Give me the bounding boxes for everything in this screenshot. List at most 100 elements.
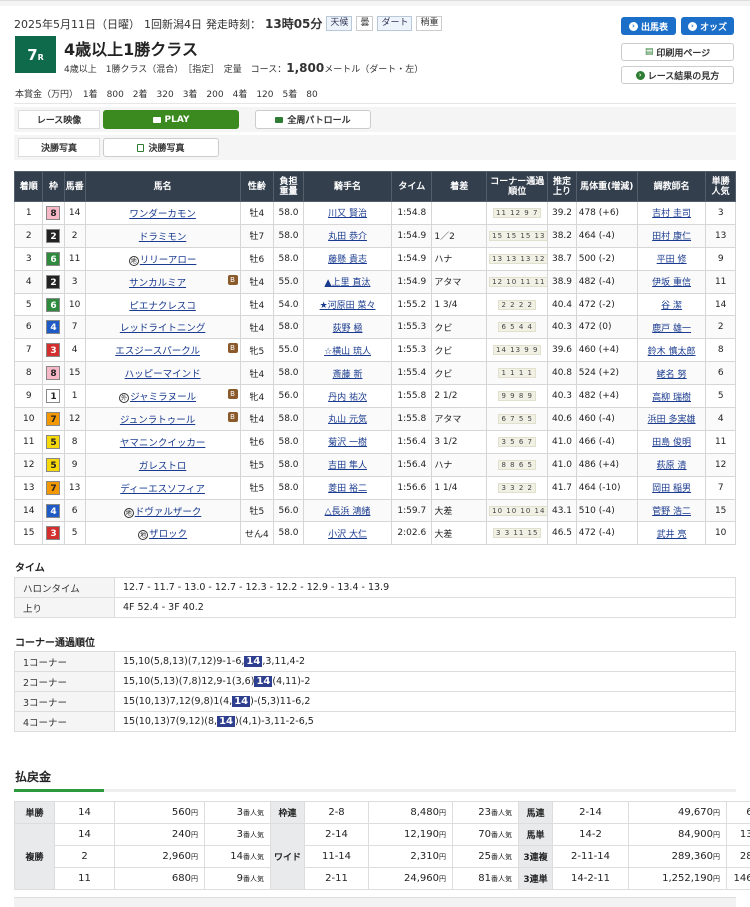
cell-weight: 58.0 — [273, 315, 304, 340]
corner-row: 2コーナー 15,10(5,13)(7,8)12,9-1(3,6) 14 (4,11)… — [14, 671, 736, 692]
howto-button[interactable]: › レース結果の見方 — [621, 66, 734, 84]
payout-amount-value: 49,670 — [678, 807, 713, 818]
jockey-link[interactable]: 斎藤 新 — [333, 370, 363, 380]
trainer-link[interactable]: 菅野 浩二 — [652, 507, 691, 517]
yen-unit: 円 — [713, 853, 720, 861]
cell-rank: 5 — [13, 292, 44, 317]
jockey-link[interactable]: 川又 賢治 — [328, 209, 367, 219]
jockey-link[interactable]: ☆横山 琉人 — [324, 347, 371, 357]
jockey-link[interactable]: 菱田 裕二 — [328, 484, 367, 494]
trainer-link[interactable]: 鹿戸 雄一 — [652, 324, 691, 334]
horse-link[interactable]: ヤマニンクイッカー — [120, 438, 206, 449]
table-row: 2 2 2 ドラミモン 牡7 58.0 丸田 恭介 1:54.9 1／2 15 15 15 13 3… — [13, 223, 736, 248]
jockey-link[interactable]: 丹内 祐次 — [328, 393, 367, 403]
cell-waku: 3 — [42, 338, 65, 363]
trainer-link[interactable]: 萩原 清 — [657, 461, 687, 471]
trainer-link[interactable]: 鈴木 慎太郎 — [648, 347, 696, 357]
cell-time: 1:55.3 — [391, 315, 433, 340]
cell-popularity: 6 — [705, 361, 736, 386]
cell-waku: 2 — [42, 223, 65, 248]
payout-combination: 2-11 — [304, 867, 369, 890]
payout-popularity-value: 67 — [746, 807, 750, 818]
horse-link[interactable]: ジャミラヌール — [130, 392, 196, 403]
course-label: コース： — [250, 65, 287, 75]
table-row: 1 8 14 ワンダーカモン 牡4 58.0 川又 賢治 1:54.8 11 12 9 7 39.… — [13, 201, 736, 225]
horse-link[interactable]: ガレストロ — [139, 461, 187, 472]
finish-photo-button[interactable]: 決勝写真 — [103, 138, 219, 157]
cell-jockey: 荻野 極 — [302, 315, 393, 340]
cell-weight: 58.0 — [273, 246, 304, 271]
cell-time: 2:02.6 — [391, 521, 433, 546]
cell-body-weight: 524 (+2) — [575, 361, 638, 386]
cell-popularity: 8 — [705, 338, 736, 363]
horse-link[interactable]: ハッピーマインド — [125, 369, 201, 380]
jockey-link[interactable]: 小沢 大仁 — [328, 530, 367, 540]
payout-popularity: 9番人気 — [204, 867, 271, 890]
trainer-link[interactable]: 吉村 圭司 — [652, 209, 691, 219]
horse-link[interactable]: ドヴァルザーク — [135, 507, 202, 518]
horse-link[interactable]: リリーアロー — [140, 255, 197, 266]
horse-link[interactable]: ディーエスソフィア — [120, 484, 205, 495]
cell-weight: 56.0 — [273, 384, 304, 409]
print-page-button[interactable]: ▤ 印刷用ページ — [621, 43, 734, 61]
cell-weight: 55.0 — [273, 269, 304, 294]
cell-num: 8 — [63, 429, 86, 454]
horse-link[interactable]: エスジースパークル — [115, 346, 200, 357]
trainer-link[interactable]: 岡田 稲男 — [652, 484, 691, 494]
cell-time: 1:54.9 — [391, 269, 433, 294]
jockey-link[interactable]: 吉田 隼人 — [328, 461, 367, 471]
horse-link[interactable]: ジュンラトゥール — [120, 415, 195, 426]
jockey-link[interactable]: ★河原田 菜々 — [320, 301, 376, 311]
jockey-link[interactable]: 丸田 恭介 — [328, 232, 367, 242]
table-row: 8 8 15 ハッピーマインド 牡4 58.0 斎藤 新 1:55.4 クビ 1 1 1 1 40.… — [13, 361, 736, 386]
trainer-link[interactable]: 蛯名 努 — [657, 370, 687, 380]
cell-agari: 38.2 — [547, 223, 577, 248]
waku-badge: 8 — [46, 366, 61, 381]
horse-link[interactable]: ピエナクレスコ — [129, 301, 196, 312]
horse-link[interactable]: サンカルミア — [129, 278, 186, 289]
payout-amount: 289,360円 — [628, 845, 727, 868]
waku-badge: 5 — [46, 434, 61, 449]
trainer-link[interactable]: 谷 潔 — [661, 301, 682, 311]
cell-rank: 6 — [13, 315, 44, 340]
payout-amount: 8,480円 — [368, 801, 453, 824]
cell-trainer: 浜田 多実雄 — [636, 407, 707, 431]
cell-waku: 6 — [42, 292, 65, 317]
odds-button[interactable]: › オッズ — [681, 17, 734, 35]
horse-link[interactable]: ワンダーカモン — [129, 209, 196, 220]
cell-popularity: 4 — [705, 407, 736, 431]
race-video-label: レース映像 — [18, 110, 100, 129]
jockey-link[interactable]: 丸山 元気 — [328, 415, 367, 425]
entries-button[interactable]: › 出馬表 — [621, 17, 676, 35]
jockey-link[interactable]: ▲上里 直汰 — [325, 278, 371, 288]
horse-link[interactable]: ザロック — [149, 529, 187, 540]
payout-popularity: 3番人気 — [204, 801, 271, 824]
horse-link[interactable]: レッドライトニング — [120, 323, 206, 334]
cell-time: 1:55.8 — [391, 407, 433, 431]
trainer-link[interactable]: 浜田 多実雄 — [648, 415, 696, 425]
trainer-link[interactable]: 武井 亮 — [657, 530, 687, 540]
cell-num: 11 — [63, 246, 86, 271]
cell-waku: 6 — [42, 246, 65, 271]
trainer-link[interactable]: 田村 康仁 — [652, 232, 691, 242]
jockey-link[interactable]: 藤懸 貴志 — [328, 255, 367, 265]
jockey-link[interactable]: △長浜 鴻緒 — [325, 507, 371, 517]
payout-popularity: 282番人気 — [726, 845, 750, 868]
horse-link[interactable]: ドラミモン — [139, 232, 187, 243]
jockey-link[interactable]: 菊沢 一樹 — [328, 438, 367, 448]
cell-sex-age: 牡5 — [239, 452, 275, 477]
cell-weight: 58.0 — [273, 201, 304, 225]
cell-num: 10 — [63, 292, 86, 317]
trainer-link[interactable]: 高柳 瑞樹 — [652, 393, 691, 403]
cell-jockey: 丸山 元気 — [302, 407, 393, 431]
cell-corner: 10 10 10 14 14 — [486, 498, 549, 523]
cell-corner: 3 3 2 2 — [486, 475, 549, 500]
trainer-link[interactable]: 伊坂 重信 — [652, 278, 691, 288]
patrol-video-button[interactable]: 全周パトロール — [255, 110, 371, 129]
jockey-link[interactable]: 荻野 極 — [333, 324, 363, 334]
trainer-link[interactable]: 田島 俊明 — [652, 438, 691, 448]
cell-body-weight: 466 (-4) — [575, 429, 638, 454]
play-button[interactable]: PLAY — [103, 110, 239, 129]
trainer-link[interactable]: 平田 修 — [657, 255, 687, 265]
distance-unit: メートル（ダート・左） — [324, 65, 424, 75]
